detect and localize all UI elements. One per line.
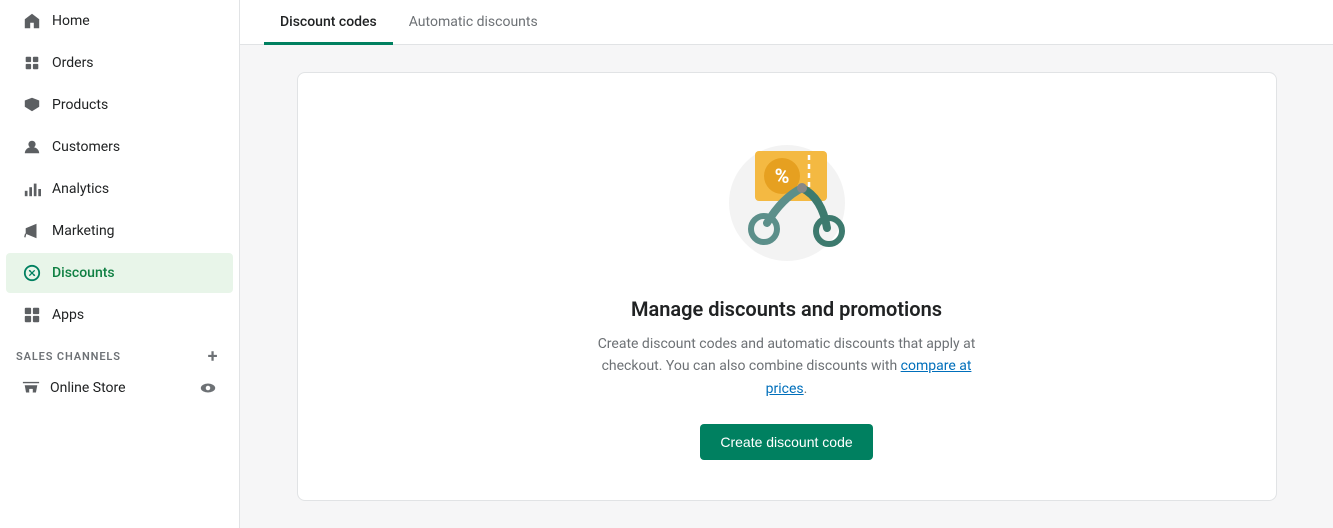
tab-discount-codes[interactable]: Discount codes <box>264 0 393 45</box>
discounts-illustration: % <box>707 113 867 273</box>
sidebar-item-orders[interactable]: Orders <box>6 43 233 83</box>
store-icon <box>22 379 40 397</box>
sidebar-item-apps[interactable]: Apps <box>6 295 233 335</box>
sidebar-item-marketing[interactable]: Marketing <box>6 211 233 251</box>
analytics-icon <box>22 179 42 199</box>
discounts-icon <box>22 263 42 283</box>
create-discount-code-button[interactable]: Create discount code <box>700 424 872 460</box>
home-icon <box>22 11 42 31</box>
empty-state-card: % Manage discounts and promotions <box>297 72 1277 501</box>
sidebar-item-label: Apps <box>52 307 84 323</box>
svg-text:%: % <box>774 164 789 188</box>
add-sales-channel-button[interactable]: + <box>203 346 223 366</box>
apps-icon <box>22 305 42 325</box>
sidebar-item-label: Analytics <box>52 181 109 197</box>
online-store-label: Online Store <box>50 380 126 396</box>
orders-icon <box>22 53 42 73</box>
sidebar-item-products[interactable]: Products <box>6 85 233 125</box>
sidebar-item-customers[interactable]: Customers <box>6 127 233 167</box>
sidebar-item-label: Home <box>52 13 90 29</box>
main-content: Discount codes Automatic discounts % <box>240 0 1333 528</box>
tab-automatic-discounts[interactable]: Automatic discounts <box>393 0 554 45</box>
sidebar-item-label: Customers <box>52 139 120 155</box>
sidebar-item-online-store[interactable]: Online Store <box>6 371 233 405</box>
sidebar-item-label: Products <box>52 97 108 113</box>
tabs-bar: Discount codes Automatic discounts <box>240 0 1333 45</box>
content-area: % Manage discounts and promotions <box>240 45 1333 528</box>
empty-state-description: Create discount codes and automatic disc… <box>597 333 977 400</box>
products-icon <box>22 95 42 115</box>
sales-channels-section: SALES CHANNELS + <box>0 336 239 370</box>
sidebar-item-home[interactable]: Home <box>6 1 233 41</box>
marketing-icon <box>22 221 42 241</box>
sidebar-item-label: Marketing <box>52 223 115 239</box>
visibility-icon[interactable] <box>199 379 217 397</box>
sidebar-item-label: Orders <box>52 55 94 71</box>
sales-channels-label: SALES CHANNELS <box>16 350 121 363</box>
sidebar-item-discounts[interactable]: Discounts <box>6 253 233 293</box>
customers-icon <box>22 137 42 157</box>
sidebar: Home Orders Products Customers <box>0 0 240 528</box>
sidebar-item-analytics[interactable]: Analytics <box>6 169 233 209</box>
sidebar-item-label: Discounts <box>52 265 115 281</box>
empty-state-title: Manage discounts and promotions <box>631 297 942 321</box>
